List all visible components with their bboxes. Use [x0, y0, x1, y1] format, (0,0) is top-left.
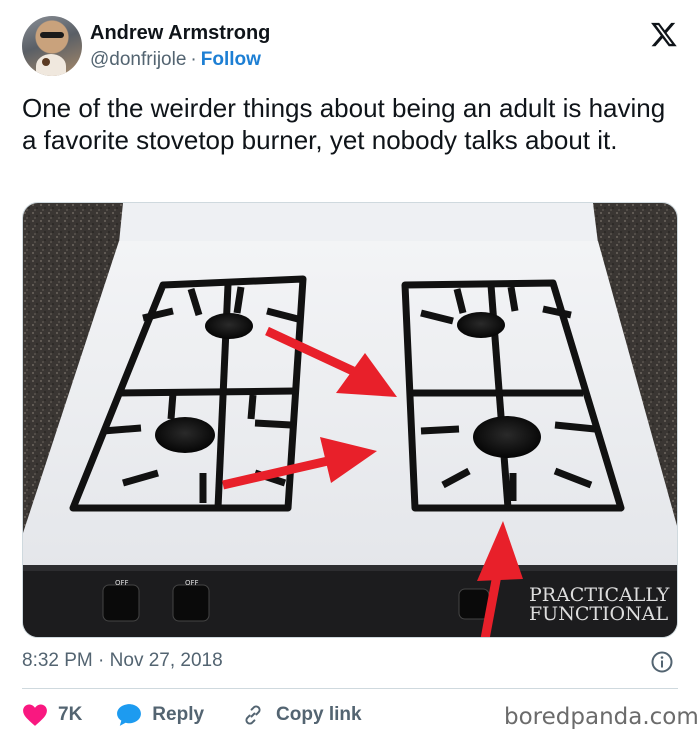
like-count: 7K [58, 704, 83, 725]
source-watermark: boredpanda.com [504, 704, 699, 730]
divider [22, 688, 678, 689]
x-logo-icon[interactable] [650, 20, 678, 48]
avatar[interactable] [22, 16, 82, 76]
reply-label: Reply [152, 704, 205, 725]
stovetop-photo: OFF OFF PRACTICALLY FUNCTIONAL [23, 203, 677, 637]
knob-label-2: OFF [185, 579, 199, 587]
like-button[interactable]: 7K [22, 703, 82, 727]
tweet-header: Andrew Armstrong @donfrijole · Follow [22, 16, 682, 78]
author-handle[interactable]: @donfrijole [90, 49, 186, 70]
tweet-time: 8:32 PM [22, 650, 93, 671]
watermark: PRACTICALLY FUNCTIONAL [529, 584, 670, 625]
tweet-text: One of the weirder things about being an… [22, 93, 666, 155]
timestamp-separator: · [98, 650, 105, 671]
author-handle-row: @donfrijole · Follow [90, 49, 261, 71]
tweet-date: Nov 27, 2018 [109, 650, 223, 671]
handle-separator: · [190, 49, 197, 70]
tweet-photo[interactable]: OFF OFF PRACTICALLY FUNCTIONAL [22, 202, 678, 638]
speech-bubble-icon [117, 704, 142, 726]
tweet-actions: 7K Reply Copy link [22, 700, 362, 730]
copy-link-label: Copy link [276, 704, 362, 725]
tweet-timestamp[interactable]: 8:32 PM · Nov 27, 2018 [22, 650, 223, 672]
watermark-line-2: FUNCTIONAL [529, 603, 668, 625]
reply-button[interactable]: Reply [116, 703, 204, 727]
author-name[interactable]: Andrew Armstrong [90, 22, 270, 45]
knob-label-1: OFF [115, 579, 129, 587]
heart-icon [23, 704, 47, 726]
follow-button[interactable]: Follow [201, 49, 261, 70]
info-icon[interactable] [650, 650, 674, 674]
copy-link-button[interactable]: Copy link [240, 703, 362, 727]
link-icon [245, 705, 261, 725]
